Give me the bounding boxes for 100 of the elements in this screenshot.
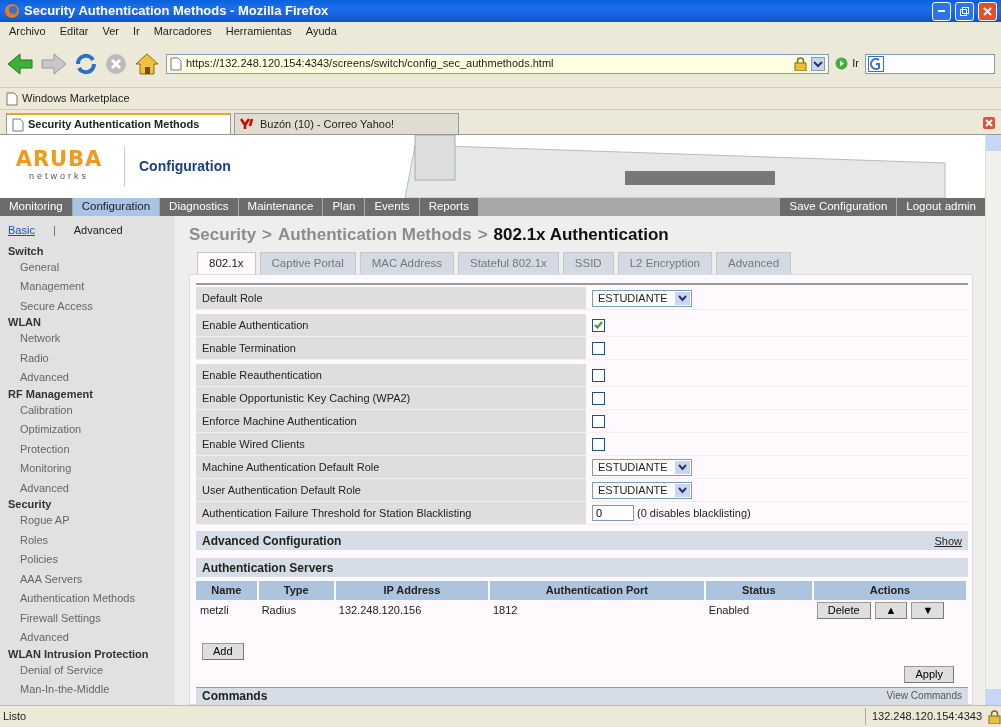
- setting-label: Enable Reauthentication: [196, 364, 586, 387]
- move-button[interactable]: ▼: [911, 601, 945, 619]
- role-select[interactable]: ESTUDIANTE: [592, 289, 692, 307]
- logo-text: ARUBA: [15, 149, 103, 171]
- hint-text: (0 disables blacklisting): [637, 506, 751, 521]
- nav-tab[interactable]: Events: [365, 198, 419, 216]
- close-tab-icon[interactable]: [983, 117, 995, 129]
- show-link[interactable]: Show: [934, 532, 962, 549]
- role-select[interactable]: ESTUDIANTE: [592, 458, 692, 476]
- checkbox[interactable]: [592, 368, 605, 382]
- address-field[interactable]: https://132.248.120.154:4343/screens/switch/config_sec_authmethods.html: [166, 53, 830, 74]
- sidebar-item[interactable]: Optimization: [20, 423, 82, 435]
- minimize-button[interactable]: [932, 1, 951, 21]
- sidebar-item[interactable]: Man-In-the-Middle: [20, 683, 110, 695]
- home-icon[interactable]: [134, 51, 160, 76]
- move-button[interactable]: ▲: [874, 601, 908, 619]
- sidebar-item[interactable]: General: [20, 260, 60, 273]
- bookmark-link[interactable]: Windows Marketplace: [22, 90, 130, 107]
- sidebar-item[interactable]: Radio: [20, 351, 49, 364]
- nav-tab[interactable]: Configuration: [72, 198, 160, 216]
- apply-button[interactable]: Apply: [904, 665, 954, 683]
- nav-tab[interactable]: Reports: [419, 198, 478, 216]
- firefox-icon: [4, 3, 20, 19]
- lock-icon: [988, 709, 1001, 724]
- nav-tab[interactable]: Maintenance: [238, 198, 323, 216]
- menu-item[interactable]: Herramientas: [218, 22, 299, 40]
- sidebar-heading: RF Management: [8, 387, 94, 401]
- checkbox[interactable]: [592, 318, 605, 332]
- sidebar-item[interactable]: Authentication Methods: [20, 592, 135, 604]
- page-tab[interactable]: Advanced: [716, 252, 792, 275]
- sidebar-item[interactable]: Advanced: [20, 631, 69, 643]
- table-cell: Enabled: [704, 599, 813, 621]
- sidebar-item[interactable]: Advanced: [20, 481, 69, 494]
- close-icon: [983, 6, 992, 16]
- sidebar-item[interactable]: AAA Servers: [20, 572, 83, 585]
- checkbox[interactable]: [592, 437, 605, 451]
- nav-button[interactable]: Save Configuration: [780, 198, 897, 216]
- back-icon[interactable]: [6, 51, 34, 76]
- page-tab[interactable]: Captive Portal: [259, 252, 356, 275]
- close-button[interactable]: [978, 1, 997, 21]
- sidebar-item[interactable]: Roles: [20, 533, 49, 546]
- reload-icon[interactable]: [74, 51, 98, 76]
- menu-item[interactable]: Ver: [95, 22, 126, 40]
- dropdown-icon[interactable]: [811, 56, 826, 71]
- setting-label: Enforce Machine Authentication: [196, 410, 586, 433]
- checkbox[interactable]: [592, 341, 605, 355]
- view-commands-link[interactable]: View Commands: [886, 688, 962, 704]
- setting-label: Enable Authentication: [196, 314, 586, 337]
- page-tab[interactable]: L2 Encryption: [617, 252, 712, 275]
- sidebar-item[interactable]: Advanced: [20, 371, 69, 383]
- search-field[interactable]: [865, 53, 995, 74]
- page-tab[interactable]: 802.1x: [197, 252, 256, 275]
- menu-item[interactable]: Archivo: [2, 22, 53, 40]
- sidebar-heading: Switch: [8, 244, 45, 258]
- sidebar-item[interactable]: Monitoring: [20, 462, 72, 474]
- sidebar-item[interactable]: Firewall Settings: [20, 611, 101, 624]
- nav-tab[interactable]: Monitoring: [0, 198, 72, 216]
- scrollbar[interactable]: [985, 135, 1001, 705]
- nav-tab[interactable]: Diagnostics: [160, 198, 238, 216]
- menu-item[interactable]: Ayuda: [298, 22, 344, 40]
- page-tab[interactable]: SSID: [562, 252, 614, 275]
- add-button[interactable]: Add: [202, 642, 244, 660]
- sidebar-item[interactable]: Policies: [20, 553, 58, 565]
- column-header: Authentication Port: [488, 581, 705, 600]
- sidebar-item[interactable]: Secure Access: [20, 299, 93, 312]
- go-button[interactable]: Ir: [835, 55, 859, 72]
- mode-link[interactable]: Advanced: [73, 222, 123, 239]
- lock-icon: [794, 56, 808, 71]
- sidebar-item[interactable]: Protection: [20, 442, 70, 455]
- breadcrumb-link[interactable]: Authentication Methods: [278, 222, 472, 248]
- nav-tab[interactable]: Plan: [323, 198, 365, 216]
- menu-item[interactable]: Editar: [52, 22, 96, 40]
- section-heading: Authentication Servers: [202, 559, 334, 577]
- sidebar-heading: WLAN Intrusion Protection: [8, 647, 150, 661]
- page-tab[interactable]: Stateful 802.1x: [458, 252, 559, 275]
- caret-icon: [675, 483, 690, 497]
- sidebar-item[interactable]: Network: [20, 332, 61, 344]
- maximize-button[interactable]: [955, 1, 974, 21]
- sidebar-heading: Security: [8, 498, 53, 511]
- mode-link[interactable]: Basic: [8, 222, 35, 239]
- checkbox[interactable]: [592, 391, 605, 405]
- sidebar-item[interactable]: Denial of Service: [20, 663, 104, 676]
- sidebar-item[interactable]: Calibration: [20, 403, 73, 416]
- menu-item[interactable]: Ir: [125, 22, 147, 40]
- breadcrumb-link[interactable]: Security: [189, 222, 257, 248]
- threshold-field[interactable]: 0: [592, 505, 634, 522]
- page-tab[interactable]: MAC Address: [359, 252, 455, 275]
- url-text: https://132.248.120.154:4343/screens/switch/config_sec_authmethods.html: [186, 56, 555, 72]
- section-title: Configuration: [139, 157, 231, 176]
- sidebar-item[interactable]: Rogue AP: [20, 514, 70, 526]
- role-select[interactable]: ESTUDIANTE: [592, 481, 692, 499]
- setting-label: Enable Termination: [196, 337, 586, 360]
- column-header: Actions: [812, 581, 967, 600]
- checkbox[interactable]: [592, 414, 605, 428]
- menu-item[interactable]: Marcadores: [146, 22, 219, 40]
- nav-button[interactable]: Logout admin: [897, 198, 985, 216]
- sidebar-item[interactable]: Management: [20, 280, 85, 292]
- browser-tab[interactable]: Security Authentication Methods: [6, 113, 231, 134]
- delete-button[interactable]: Delete: [816, 601, 871, 619]
- browser-tab[interactable]: Buzón (10) - Correo Yahoo!: [234, 113, 459, 134]
